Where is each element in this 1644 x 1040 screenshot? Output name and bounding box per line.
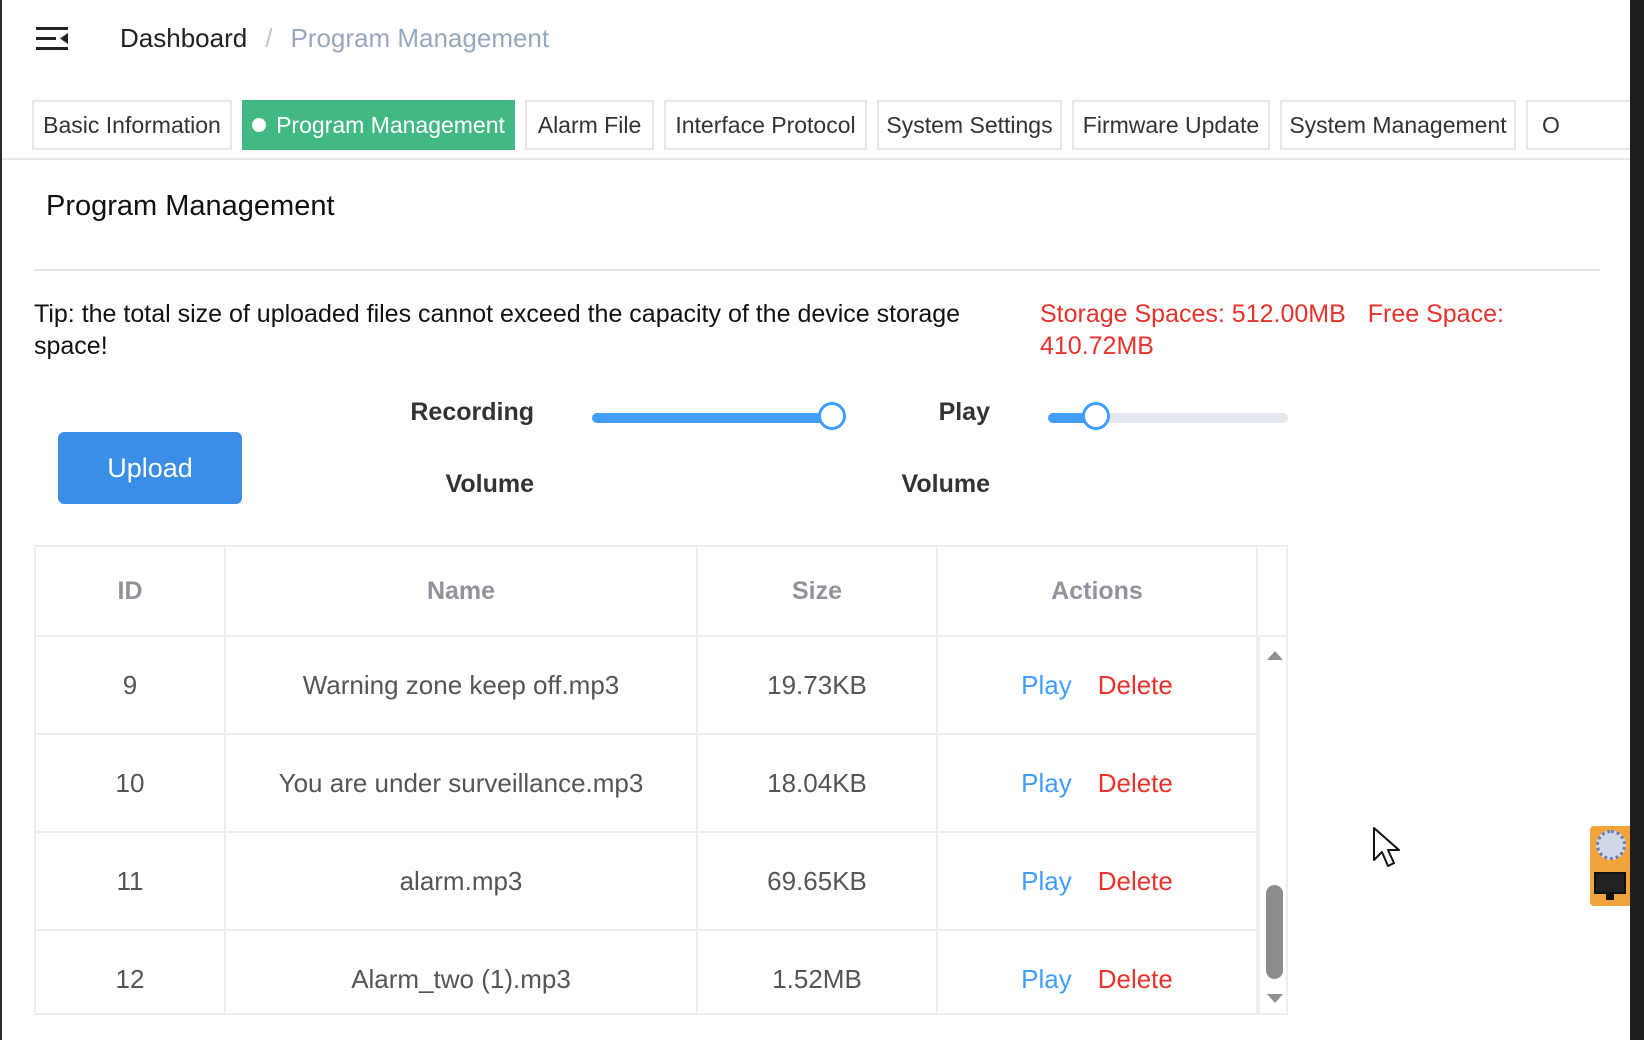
delete-button[interactable]: Delete: [1098, 670, 1173, 701]
storage-spaces: Storage Spaces: 512.00MB: [1040, 300, 1346, 328]
column-header-name: Name: [226, 547, 698, 635]
delete-button[interactable]: Delete: [1098, 866, 1173, 897]
column-header-size: Size: [698, 547, 938, 635]
play-volume-label-line1: Play: [938, 398, 990, 426]
play-volume-slider[interactable]: [1048, 402, 1288, 430]
play-volume-label-line2: Volume: [901, 470, 990, 498]
recording-volume-slider[interactable]: [592, 402, 846, 430]
delete-button[interactable]: Delete: [1098, 768, 1173, 799]
cell-size: 18.04KB: [698, 735, 938, 831]
cell-actions: Play Delete: [938, 931, 1258, 1013]
cell-actions: Play Delete: [938, 735, 1258, 831]
cell-id: 10: [36, 735, 226, 831]
scrollbar-thumb[interactable]: [1266, 885, 1283, 979]
table-row: 9 Warning zone keep off.mp3 19.73KB Play…: [36, 637, 1258, 735]
storage-info: Storage Spaces: 512.00MB Free Space: 410.…: [1040, 298, 1560, 362]
breadcrumb-separator: /: [265, 23, 273, 53]
cell-id: 9: [36, 637, 226, 733]
top-header: Dashboard / Program Management: [2, 0, 1630, 80]
cell-size: 69.65KB: [698, 833, 938, 929]
page-title: Program Management: [46, 190, 335, 222]
menu-fold-icon[interactable]: [36, 24, 70, 54]
cell-id: 11: [36, 833, 226, 929]
breadcrumb-current: Program Management: [290, 23, 550, 53]
tab-label: Alarm File: [537, 111, 642, 138]
table-scrollbar[interactable]: [1258, 637, 1286, 1013]
breadcrumb-dashboard-link[interactable]: Dashboard: [120, 23, 247, 53]
cell-size: 19.73KB: [698, 637, 938, 733]
section-divider: [34, 269, 1600, 271]
cell-size: 1.52MB: [698, 931, 938, 1013]
tabs-bar: Basic Information Program Management Ala…: [2, 96, 1630, 160]
breadcrumb: Dashboard / Program Management: [120, 20, 549, 56]
upload-button[interactable]: Upload: [58, 432, 242, 504]
cell-name: alarm.mp3: [226, 833, 698, 929]
cell-name: Warning zone keep off.mp3: [226, 637, 698, 733]
scroll-down-arrow-icon[interactable]: [1267, 994, 1283, 1003]
play-button[interactable]: Play: [1021, 670, 1072, 701]
table-body: 9 Warning zone keep off.mp3 19.73KB Play…: [36, 637, 1258, 1013]
play-button[interactable]: Play: [1021, 768, 1072, 799]
tab-label: Program Management: [276, 111, 505, 138]
storage-tip: Tip: the total size of uploaded files ca…: [34, 300, 961, 360]
tab-label: Firmware Update: [1082, 111, 1260, 138]
column-header-id: ID: [36, 547, 226, 635]
window-right-edge: [1630, 0, 1644, 1040]
program-table: ID Name Size Actions 9 Warning zone keep…: [34, 545, 1288, 1015]
cell-name: Alarm_two (1).mp3: [226, 931, 698, 1013]
table-header: ID Name Size Actions: [36, 547, 1258, 637]
tab-alarm-file[interactable]: Alarm File: [525, 100, 654, 150]
delete-button[interactable]: Delete: [1098, 964, 1173, 995]
tab-firmware-update[interactable]: Firmware Update: [1072, 100, 1270, 150]
table-row: 10 You are under surveillance.mp3 18.04K…: [36, 735, 1258, 833]
recording-volume-label-line1: Recording: [410, 398, 534, 426]
cell-id: 12: [36, 931, 226, 1013]
tab-system-management[interactable]: System Management: [1280, 100, 1516, 150]
monitor-icon[interactable]: [1594, 872, 1626, 900]
floating-toolbar[interactable]: [1590, 826, 1630, 906]
header-gutter: [1258, 547, 1286, 637]
mouse-cursor-icon: [1373, 827, 1400, 867]
tab-overflow[interactable]: O: [1526, 100, 1630, 150]
cell-actions: Play Delete: [938, 637, 1258, 733]
gear-icon[interactable]: [1596, 830, 1626, 860]
tab-label: Basic Information: [43, 111, 221, 138]
tab-label: Interface Protocol: [675, 111, 856, 138]
cell-name: You are under surveillance.mp3: [226, 735, 698, 831]
tab-system-settings[interactable]: System Settings: [877, 100, 1062, 150]
tab-program-management[interactable]: Program Management: [242, 100, 515, 150]
tab-interface-protocol[interactable]: Interface Protocol: [664, 100, 867, 150]
tab-label: System Management: [1289, 111, 1507, 138]
cell-actions: Play Delete: [938, 833, 1258, 929]
table-row: 12 Alarm_two (1).mp3 1.52MB Play Delete: [36, 931, 1258, 1013]
tab-label: O: [1542, 111, 1560, 138]
recording-volume-handle[interactable]: [818, 402, 846, 430]
tab-basic-information[interactable]: Basic Information: [32, 100, 232, 150]
play-button[interactable]: Play: [1021, 866, 1072, 897]
play-button[interactable]: Play: [1021, 964, 1072, 995]
active-dot-icon: [252, 118, 267, 132]
tab-label: System Settings: [886, 111, 1053, 138]
scroll-up-arrow-icon[interactable]: [1267, 651, 1283, 660]
column-header-actions: Actions: [938, 547, 1258, 635]
table-row: 11 alarm.mp3 69.65KB Play Delete: [36, 833, 1258, 931]
play-volume-handle[interactable]: [1082, 402, 1110, 430]
recording-volume-fill: [592, 413, 832, 423]
recording-volume-label-line2: Volume: [445, 470, 534, 498]
